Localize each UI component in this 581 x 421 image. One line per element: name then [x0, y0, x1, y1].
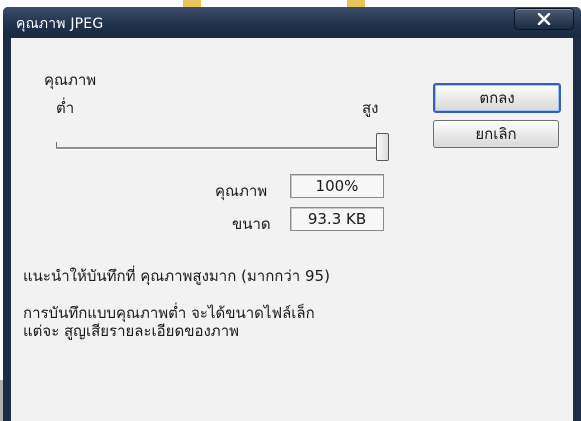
slider-min-label: ต่ำ — [56, 99, 75, 117]
quality-slider-track[interactable] — [56, 147, 378, 150]
window-title: คุณภาพ JPEG — [16, 16, 104, 32]
quality-readout-label: คุณภาพ — [215, 182, 268, 200]
jpeg-quality-dialog: คุณภาพ JPEG คุณภาพ ต่ำ สูง คุณภาพ 100% ข… — [3, 7, 581, 421]
cancel-button[interactable]: ยกเลิก — [433, 120, 559, 148]
quality-readout-value: 100% — [290, 174, 384, 198]
slider-max-label: สูง — [362, 99, 379, 117]
close-button[interactable] — [514, 8, 574, 30]
size-readout-value: 93.3 KB — [290, 207, 384, 231]
info-text-line2: แต่จะ สูญเสียรายละเอียดของภาพ — [23, 322, 239, 340]
size-readout-label: ขนาด — [232, 215, 271, 233]
ok-button[interactable]: ตกลง — [433, 83, 561, 113]
quality-group-label: คุณภาพ — [44, 71, 97, 89]
dialog-client-area: คุณภาพ ต่ำ สูง คุณภาพ 100% ขนาด 93.3 KB … — [11, 38, 573, 421]
title-bar[interactable]: คุณภาพ JPEG — [3, 7, 581, 37]
quality-slider-thumb[interactable] — [376, 133, 389, 161]
recommendation-text: แนะนำให้บันทึกที่ คุณภาพสูงมาก (มากกว่า … — [23, 267, 330, 285]
close-icon — [537, 13, 551, 25]
